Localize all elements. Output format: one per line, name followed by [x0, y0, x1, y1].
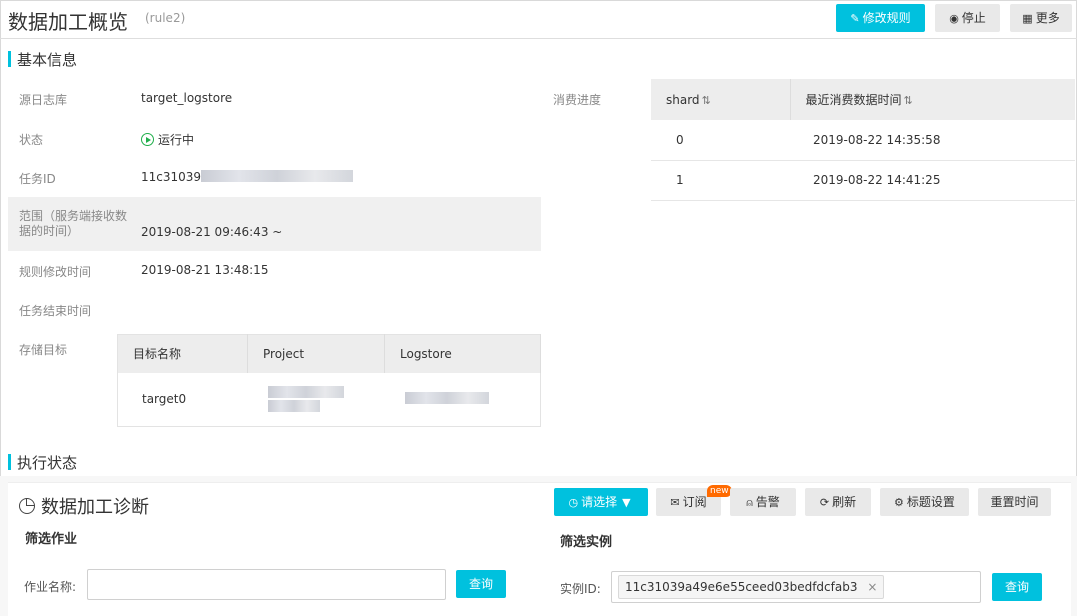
caret-down-icon: ▼	[622, 496, 631, 509]
target-table: 目标名称 Project Logstore target0	[117, 334, 541, 427]
page-subtitle: (rule2)	[145, 11, 186, 25]
basic-info-title: 基本信息	[8, 49, 77, 70]
task-id-value: 11c31039	[141, 170, 354, 184]
source-value: target_logstore	[141, 91, 233, 105]
redacted-text	[201, 170, 354, 182]
modified-value: 2019-08-21 13:48:15	[141, 263, 269, 277]
page-title: 数据加工概览	[8, 10, 128, 34]
clock-icon: ◷	[568, 496, 579, 509]
job-name-input[interactable]	[87, 569, 446, 600]
target-name-cell: target0	[142, 392, 187, 407]
redacted-text	[267, 400, 320, 413]
edit-icon: ✎	[850, 12, 860, 25]
redacted-text	[267, 386, 344, 399]
end-time-label: 任务结束时间	[19, 304, 92, 318]
status-label: 状态	[19, 133, 44, 147]
pie-chart-icon	[19, 498, 35, 514]
stop-icon: ◉	[949, 12, 959, 25]
header-bar: 数据加工概览 (rule2) ✎ 修改规则 ◉ 停止 ▦ 更多	[0, 0, 1077, 39]
progress-label: 消费进度	[553, 93, 602, 107]
diagnosis-title: 数据加工诊断	[19, 493, 149, 519]
shard-cell: 1	[651, 160, 790, 201]
instance-query-button[interactable]: 查询	[992, 573, 1042, 601]
grid-icon: ▦	[1022, 12, 1033, 25]
edit-rule-button[interactable]: ✎ 修改规则	[836, 4, 925, 32]
target-name-header: 目标名称	[117, 334, 248, 373]
filter-instance-title: 筛选实例	[560, 535, 613, 550]
filter-job-title: 筛选作业	[25, 532, 78, 547]
time-header[interactable]: 最近消费数据时间 ⇅	[790, 79, 1075, 120]
sort-icon[interactable]: ⇅	[702, 94, 711, 107]
instance-label: 实例ID:	[560, 582, 601, 596]
refresh-button[interactable]: ⟳ 刷新	[805, 488, 871, 516]
range-value: 2019-08-21 09:46:43 ~	[141, 225, 283, 239]
shard-table: shard ⇅ 最近消费数据时间 ⇅ 0 2019-08-22 14:35:58 1…	[651, 79, 1075, 201]
time-select-button[interactable]: ◷ 请选择 ▼	[554, 488, 648, 516]
mail-icon: ✉	[670, 496, 680, 509]
new-badge: new	[707, 485, 732, 497]
job-name-label: 作业名称:	[24, 580, 77, 594]
play-circle-icon	[141, 133, 154, 146]
time-cell: 2019-08-22 14:41:25	[790, 160, 1075, 201]
refresh-icon: ⟳	[819, 496, 830, 509]
reset-time-button[interactable]: 重置时间	[978, 488, 1051, 516]
project-cell	[248, 373, 385, 427]
sort-icon[interactable]: ⇅	[904, 94, 913, 107]
bell-icon: ⍝	[746, 496, 753, 509]
close-icon[interactable]: ×	[867, 580, 877, 594]
gear-icon: ⚙	[894, 496, 904, 509]
status-value: 运行中	[141, 131, 194, 148]
redacted-text	[404, 392, 489, 405]
more-button[interactable]: ▦ 更多	[1010, 4, 1072, 32]
instance-tag: 11c31039a49e6e55ceed03bedfdcfab3 ×	[618, 575, 885, 599]
time-cell: 2019-08-22 14:35:58	[790, 120, 1075, 161]
task-id-label: 任务ID	[19, 172, 56, 186]
alert-button[interactable]: ⍝ 告警	[730, 488, 796, 516]
shard-header[interactable]: shard ⇅	[651, 79, 791, 120]
modified-label: 规则修改时间	[19, 265, 92, 279]
source-label: 源日志库	[19, 93, 68, 107]
table-row: 1 2019-08-22 14:41:25	[651, 160, 1075, 201]
title-settings-button[interactable]: ⚙ 标题设置	[880, 488, 969, 516]
project-header: Project	[247, 334, 385, 373]
logstore-cell	[385, 373, 541, 427]
shard-cell: 0	[651, 120, 790, 161]
range-label: 范围（服务端接收数据的时间）	[19, 209, 128, 238]
logstore-header: Logstore	[384, 334, 541, 373]
exec-status-title: 执行状态	[8, 452, 77, 473]
stop-button[interactable]: ◉ 停止	[935, 4, 1000, 32]
target-label: 存储目标	[19, 343, 68, 357]
job-query-button[interactable]: 查询	[456, 570, 506, 598]
table-row: target0	[118, 373, 541, 427]
table-row: 0 2019-08-22 14:35:58	[651, 120, 1075, 161]
